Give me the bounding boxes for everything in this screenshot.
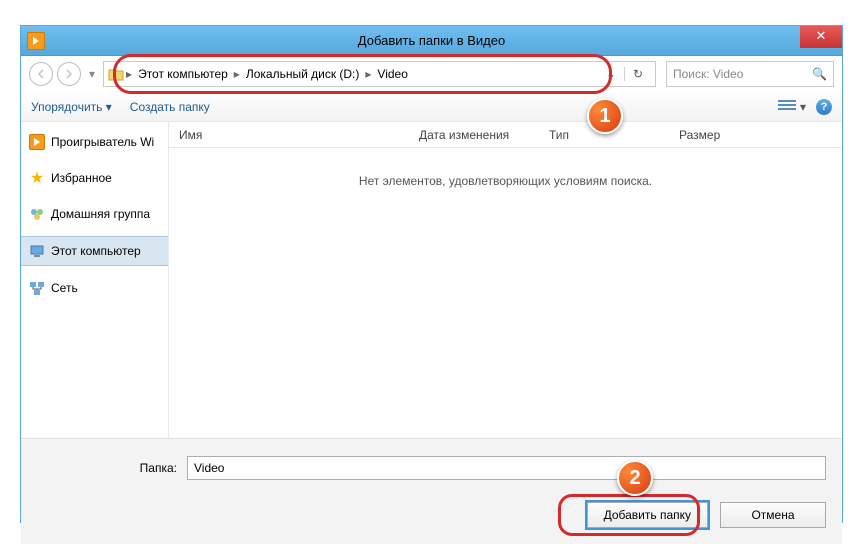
breadcrumb-folder[interactable]: Video	[373, 67, 411, 81]
search-input[interactable]: Поиск: Video 🔍	[666, 61, 834, 87]
column-name[interactable]: Имя	[169, 128, 409, 142]
sidebar-item-label: Проигрыватель Wi	[51, 135, 154, 149]
folder-row: Папка:	[37, 456, 826, 480]
close-button[interactable]: ✕	[800, 26, 842, 48]
sidebar-item-favorites[interactable]: ★ Избранное	[21, 164, 168, 192]
sidebar-item-label: Домашняя группа	[51, 207, 150, 221]
organize-menu[interactable]: Упорядочить ▾	[31, 100, 112, 114]
bottom-panel: Папка: Добавить папку Отмена	[21, 442, 842, 544]
sidebar: Проигрыватель Wi ★ Избранное Домашняя гр…	[21, 122, 169, 438]
search-placeholder: Поиск: Video	[673, 67, 743, 81]
chevron-right-icon: ▸	[126, 67, 132, 81]
window-title: Добавить папки в Видео	[21, 33, 842, 48]
breadcrumb-pc[interactable]: Этот компьютер	[134, 67, 232, 81]
sidebar-item-label: Сеть	[51, 281, 78, 295]
annotation-callout-1: 1	[587, 98, 623, 134]
sidebar-item-this-pc[interactable]: Этот компьютер	[21, 236, 168, 266]
view-options-button[interactable]: ▾	[778, 100, 806, 114]
address-bar[interactable]: ▸ Этот компьютер ▸ Локальный диск (D:) ▸…	[103, 61, 656, 87]
chevron-right-icon: ▸	[234, 67, 240, 81]
star-icon: ★	[29, 170, 45, 186]
address-dropdown-icon[interactable]: ⌄	[600, 67, 622, 81]
sidebar-item-homegroup[interactable]: Домашняя группа	[21, 200, 168, 228]
toolbar: Упорядочить ▾ Создать папку ▾ ?	[21, 92, 842, 122]
sidebar-item-label: Избранное	[51, 171, 112, 185]
computer-icon	[29, 243, 45, 259]
help-icon[interactable]: ?	[816, 99, 832, 115]
folder-label: Папка:	[37, 461, 177, 475]
folder-icon	[108, 67, 124, 81]
chevron-right-icon: ▸	[365, 67, 371, 81]
empty-message: Нет элементов, удовлетворяющих условиям …	[169, 174, 842, 188]
column-size[interactable]: Размер	[669, 128, 769, 142]
refresh-button[interactable]: ↻	[624, 67, 651, 81]
breadcrumb-drive[interactable]: Локальный диск (D:)	[242, 67, 364, 81]
sidebar-item-label: Этот компьютер	[51, 244, 141, 258]
search-icon: 🔍	[812, 67, 827, 81]
homegroup-icon	[29, 206, 45, 222]
add-folder-button[interactable]: Добавить папку	[587, 502, 708, 528]
cancel-button[interactable]: Отмена	[720, 502, 826, 528]
sidebar-item-player[interactable]: Проигрыватель Wi	[21, 128, 168, 156]
network-icon	[29, 280, 45, 296]
annotation-callout-2: 2	[617, 460, 653, 496]
wmp-icon	[29, 134, 45, 150]
file-list-area: Имя Дата изменения Тип Размер Нет элемен…	[169, 122, 842, 438]
dialog-window: Добавить папки в Видео ✕ ▾ ▸ Этот компью…	[20, 25, 843, 523]
forward-button[interactable]	[57, 62, 81, 86]
folder-input[interactable]	[187, 456, 826, 480]
new-folder-button[interactable]: Создать папку	[130, 100, 210, 114]
back-button[interactable]	[29, 62, 53, 86]
body-area: Проигрыватель Wi ★ Избранное Домашняя гр…	[21, 122, 842, 438]
titlebar: Добавить папки в Видео ✕	[21, 26, 842, 56]
button-row: Добавить папку Отмена	[37, 502, 826, 528]
sidebar-item-network[interactable]: Сеть	[21, 274, 168, 302]
column-date[interactable]: Дата изменения	[409, 128, 539, 142]
list-view-icon	[778, 100, 796, 114]
recent-dropdown-icon[interactable]: ▾	[85, 67, 99, 81]
navigation-row: ▾ ▸ Этот компьютер ▸ Локальный диск (D:)…	[21, 56, 842, 92]
column-headers: Имя Дата изменения Тип Размер	[169, 122, 842, 148]
